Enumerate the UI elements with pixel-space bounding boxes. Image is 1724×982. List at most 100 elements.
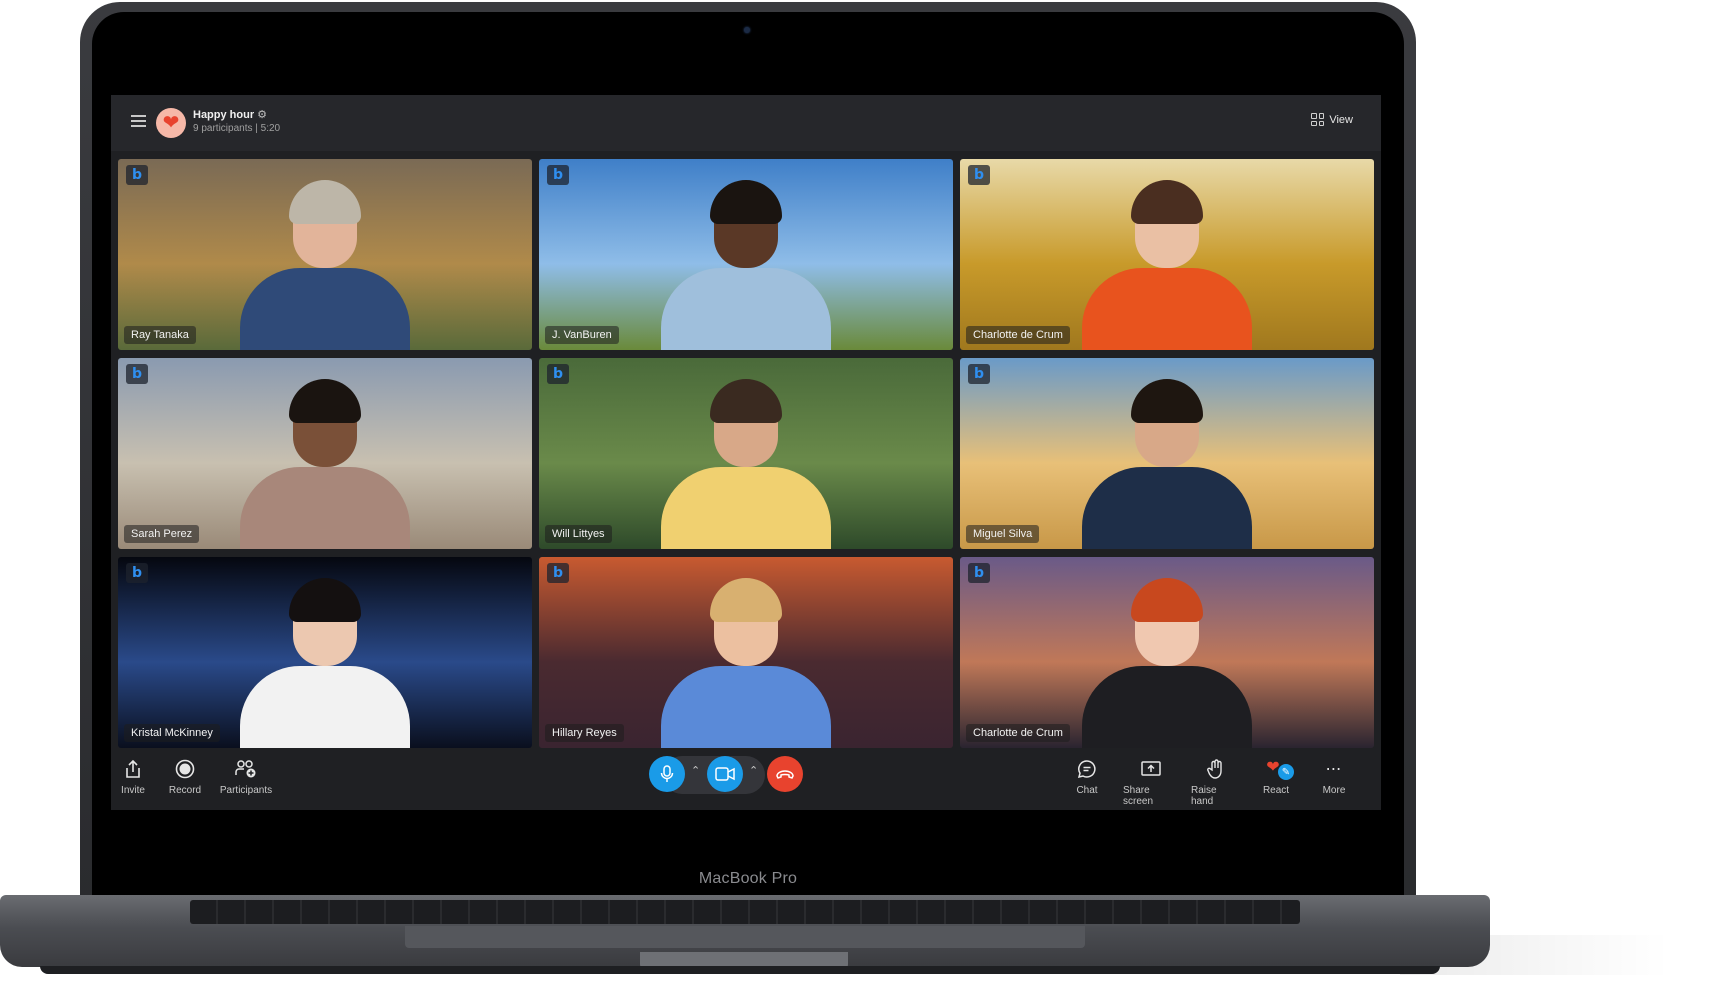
participant-hair (289, 578, 361, 622)
share-screen-button[interactable]: Share screen (1123, 758, 1179, 807)
meeting-header: ❤ Happy hour ⚙ 9 participants | 5:20 View (111, 95, 1381, 151)
participant-hair (289, 180, 361, 224)
chat-icon (1076, 758, 1098, 780)
participants-label: Participants (219, 785, 273, 796)
mute-button[interactable] (649, 756, 685, 792)
react-button[interactable]: ❤ ✎ React (1261, 758, 1294, 796)
pencil-badge-icon: ✎ (1278, 764, 1294, 780)
keyboard (190, 900, 1300, 924)
share-screen-label: Share screen (1123, 785, 1154, 807)
react-label: React (1262, 785, 1290, 796)
participant-body (1082, 268, 1252, 350)
raise-hand-button[interactable]: Raise hand (1191, 758, 1241, 807)
camera-options-chevron-icon[interactable]: ⌃ (749, 764, 758, 777)
meeting-subtitle: 9 participants | 5:20 (193, 123, 280, 134)
video-camera-icon (715, 767, 735, 781)
microphone-icon (660, 765, 674, 782)
participant-name: J. VanBuren (545, 326, 619, 344)
bing-background-icon: b (126, 563, 148, 583)
record-icon (174, 758, 196, 780)
participant-hair (1131, 379, 1203, 423)
record-button[interactable]: Record (169, 758, 201, 796)
participant-body (1082, 666, 1252, 748)
video-tile[interactable]: b Ray Tanaka (118, 159, 532, 350)
video-tile[interactable]: b Sarah Perez (118, 358, 532, 549)
participant-name: Kristal McKinney (124, 724, 220, 742)
participant-hair (1131, 180, 1203, 224)
participant-video (1082, 180, 1252, 350)
video-tile[interactable]: b Hillary Reyes (539, 557, 953, 748)
chat-label: Chat (1076, 785, 1098, 796)
settings-gear-icon[interactable]: ⚙ (257, 109, 267, 121)
bing-background-icon: b (126, 364, 148, 384)
bing-background-icon: b (547, 364, 569, 384)
participant-count: 9 participants (193, 123, 253, 134)
participant-name: Charlotte de Crum (966, 724, 1070, 742)
hang-up-icon (776, 770, 794, 779)
participant-name: Sarah Perez (124, 525, 200, 543)
meeting-app: ❤ Happy hour ⚙ 9 participants | 5:20 View… (111, 95, 1381, 810)
grid-view-icon (1311, 113, 1325, 126)
video-grid: b Ray Tanaka b J. VanBuren b Charlotte d… (118, 159, 1375, 748)
participant-video (661, 180, 831, 350)
bing-background-icon: b (968, 563, 990, 583)
device-brand-label: MacBook Pro (698, 870, 798, 887)
participant-video (240, 379, 410, 549)
participant-hair (710, 180, 782, 224)
video-tile[interactable]: b Kristal McKinney (118, 557, 532, 748)
participant-hair (289, 379, 361, 423)
participant-name: Will Littyes (545, 525, 612, 543)
webcam-dot (744, 27, 750, 33)
end-call-button[interactable] (767, 756, 803, 792)
participant-video (240, 180, 410, 350)
video-tile[interactable]: b Charlotte de Crum (960, 159, 1374, 350)
share-screen-icon (1140, 758, 1162, 780)
participant-name: Ray Tanaka (124, 326, 196, 344)
call-toolbar: Invite Record Participants ⌃ ⌃ Chat Shar… (111, 750, 1381, 810)
participants-icon (235, 758, 257, 780)
meeting-title-row: Happy hour ⚙ (193, 108, 267, 121)
video-tile[interactable]: b Charlotte de Crum (960, 557, 1374, 748)
participant-body (240, 666, 410, 748)
video-tile[interactable]: b Will Littyes (539, 358, 953, 549)
bing-background-icon: b (968, 364, 990, 384)
view-button[interactable]: View (1311, 113, 1353, 126)
participant-body (240, 268, 410, 350)
share-icon (122, 758, 144, 780)
participant-name: Charlotte de Crum (966, 326, 1070, 344)
participants-button[interactable]: Participants (220, 758, 272, 796)
mic-options-chevron-icon[interactable]: ⌃ (691, 764, 700, 777)
raise-hand-label: Raise hand (1191, 785, 1217, 807)
participant-hair (710, 379, 782, 423)
participant-hair (1131, 578, 1203, 622)
meeting-avatar: ❤ (156, 108, 186, 138)
meeting-duration: 5:20 (260, 123, 281, 134)
heart-react-icon: ❤ ✎ (1265, 758, 1294, 780)
participant-body (661, 666, 831, 748)
bing-background-icon: b (968, 165, 990, 185)
hamburger-menu-icon[interactable] (131, 115, 146, 127)
more-button[interactable]: ⋯ More (1321, 758, 1347, 796)
participant-body (1082, 467, 1252, 549)
participant-body (661, 268, 831, 350)
participant-body (240, 467, 410, 549)
participant-video (1082, 379, 1252, 549)
video-tile[interactable]: b J. VanBuren (539, 159, 953, 350)
invite-label: Invite (121, 785, 145, 796)
record-label: Record (168, 785, 202, 796)
bing-background-icon: b (547, 563, 569, 583)
chat-button[interactable]: Chat (1075, 758, 1099, 796)
participant-name: Miguel Silva (966, 525, 1040, 543)
camera-button[interactable] (707, 756, 743, 792)
subtitle-separator: | (255, 123, 258, 134)
meeting-title: Happy hour (193, 109, 255, 121)
heart-icon: ❤ (162, 112, 180, 134)
bing-background-icon: b (547, 165, 569, 185)
invite-button[interactable]: Invite (121, 758, 145, 796)
trackpad (405, 926, 1085, 948)
video-tile[interactable]: b Miguel Silva (960, 358, 1374, 549)
participant-name: Hillary Reyes (545, 724, 624, 742)
participant-hair (710, 578, 782, 622)
raise-hand-icon (1205, 758, 1227, 780)
participant-video (1082, 578, 1252, 748)
